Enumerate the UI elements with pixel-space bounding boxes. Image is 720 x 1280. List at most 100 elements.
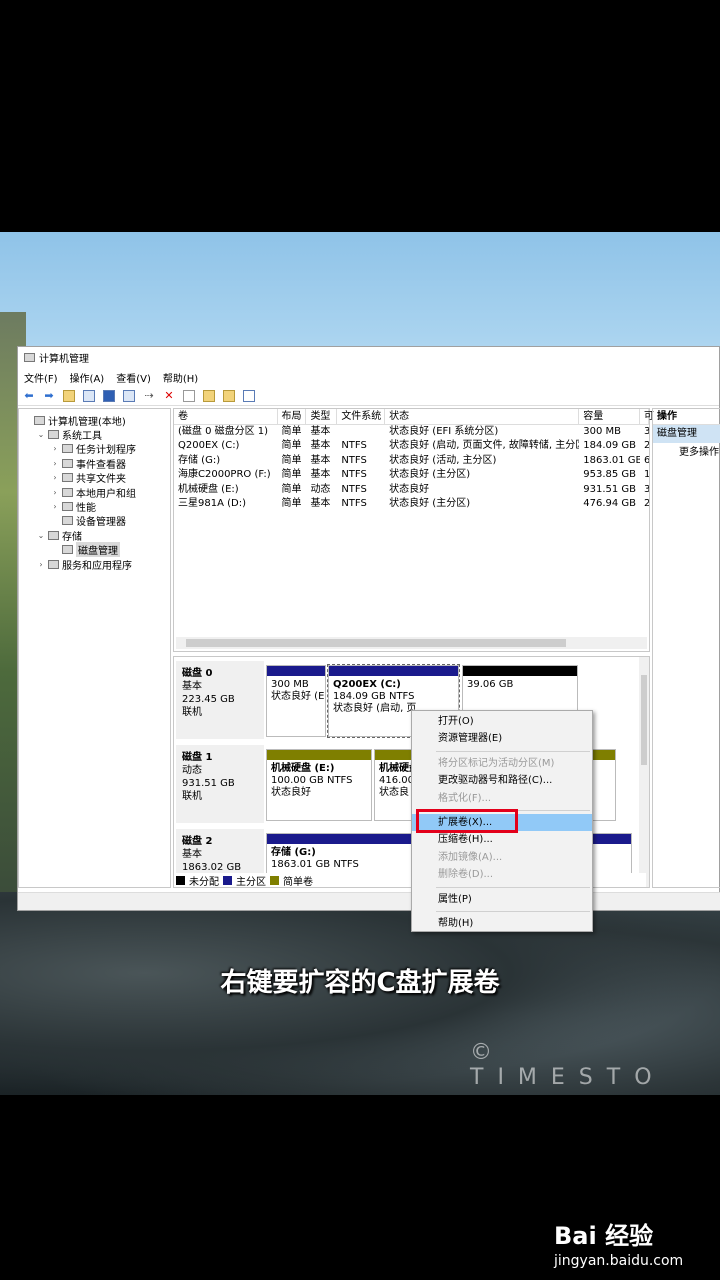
tree-item[interactable]: › 本地用户和组	[19, 485, 170, 500]
table-cell: 状态良好	[389, 483, 430, 495]
table-cell: NTFS	[341, 497, 367, 509]
menu-properties[interactable]: 属性(P)	[412, 891, 592, 908]
menu-explorer[interactable]: 资源管理器(E)	[412, 730, 592, 747]
tree-item[interactable]: › 性能	[19, 499, 170, 515]
menu-help-item[interactable]: 帮助(H)	[412, 915, 592, 932]
tree-item[interactable]: 计算机管理(本地)	[19, 413, 170, 428]
tree-item[interactable]: › 任务计划程序	[19, 442, 170, 456]
column-header[interactable]: 文件系统	[337, 409, 386, 424]
table-cell: NTFS	[341, 454, 367, 466]
table-cell: 2	[644, 440, 649, 452]
table-cell: 300 MB	[583, 426, 622, 437]
menu-change-drive-letter[interactable]: 更改驱动器号和路径(C)...	[412, 772, 592, 789]
show-hide-tree-icon[interactable]	[82, 389, 96, 403]
table-row[interactable]: (磁盘 0 磁盘分区 1) 简单 基本 状态良好 (EFI 系统分区) 300 MB 3	[174, 425, 649, 439]
tree-item[interactable]: 磁盘管理	[19, 542, 170, 558]
tree-item[interactable]: › 共享文件夹	[19, 471, 170, 485]
search-folder-icon[interactable]	[222, 389, 236, 403]
table-row[interactable]: 海康C2000PRO (F:) 简单 基本 NTFS 状态良好 (主分区) 953.85 …	[174, 468, 649, 482]
expand-arrow-icon[interactable]: ›	[51, 444, 59, 453]
table-cell: (磁盘 0 磁盘分区 1)	[178, 426, 269, 437]
table-row[interactable]: 机械硬盘 (E:) 简单 动态 NTFS 状态良好 931.51 GB 3	[174, 483, 649, 497]
expand-arrow-icon[interactable]: ⌄	[37, 430, 45, 439]
disk-label[interactable]: 磁盘 1 动态 931.51 GB 联机	[176, 745, 264, 823]
partition-block[interactable]: 机械硬盘 (E:) 100.00 GB NTFS 状态良好	[266, 749, 372, 821]
table-cell: 2	[644, 497, 649, 509]
tree-item[interactable]: ⌄ 系统工具	[19, 427, 170, 442]
up-folder-icon[interactable]	[62, 389, 76, 403]
table-cell: 状态良好 (活动, 主分区)	[389, 454, 497, 466]
column-header[interactable]: 类型	[306, 409, 338, 424]
back-icon[interactable]: ⬅	[22, 389, 36, 403]
menu-help[interactable]: 帮助(H)	[163, 370, 198, 385]
folder-icon[interactable]	[202, 389, 216, 403]
partition-block[interactable]: 300 MB 状态良好 (E	[266, 665, 326, 737]
expand-arrow-icon[interactable]: ›	[37, 560, 45, 569]
actions-header: 操作	[653, 409, 720, 425]
horizontal-scrollbar[interactable]	[176, 637, 647, 649]
view-icon[interactable]	[242, 389, 256, 403]
tree-item[interactable]: › 事件查看器	[19, 456, 170, 471]
column-header[interactable]: 布局	[278, 409, 307, 424]
tree-item[interactable]: 设备管理器	[19, 514, 170, 528]
expand-arrow-icon[interactable]: ›	[51, 459, 59, 468]
column-header[interactable]: 状态	[385, 409, 580, 424]
legend-swatch-simple	[270, 875, 279, 885]
menu-format: 格式化(F)...	[438, 792, 492, 804]
tree-item-label: 任务计划程序	[76, 445, 136, 457]
column-header[interactable]: 卷	[174, 409, 278, 424]
menu-open[interactable]: 打开(O)	[412, 713, 592, 730]
table-cell	[337, 425, 385, 439]
tree-item-label: 计算机管理(本地)	[48, 416, 126, 428]
disk-size: 931.51 GB	[182, 778, 235, 789]
column-header[interactable]: 可	[640, 409, 654, 424]
column-header[interactable]: 容量	[579, 409, 640, 424]
menu-view[interactable]: 查看(V)	[116, 370, 151, 385]
scrollbar-thumb[interactable]	[641, 675, 647, 765]
partition-info: 39.06 GB	[463, 676, 577, 694]
tree-item[interactable]: ⌄ 存储	[19, 528, 170, 543]
disk-name: 磁盘 0	[182, 668, 213, 679]
vertical-scrollbar[interactable]	[639, 657, 649, 887]
scrollbar-thumb[interactable]	[186, 639, 566, 647]
tree-item[interactable]: › 服务和应用程序	[19, 557, 170, 572]
menu-shrink-volume[interactable]: 压缩卷(H)...	[412, 831, 592, 848]
expand-arrow-icon[interactable]: ›	[51, 473, 59, 482]
menu-file[interactable]: 文件(F)	[24, 370, 58, 385]
help-icon[interactable]	[102, 389, 116, 403]
more-actions-link[interactable]: 更多操作	[653, 443, 720, 463]
navigation-tree: 计算机管理(本地) ⌄ 系统工具 › 任务计划程序 › 事件查看器 › 共享文件夹 › 本地用户和组…	[18, 408, 171, 888]
table-cell: 953.85 GB	[583, 469, 637, 481]
menu-action[interactable]: 操作(A)	[70, 370, 105, 385]
partition-color-bar	[463, 666, 577, 676]
table-row[interactable]: Q200EX (C:) 简单 基本 NTFS 状态良好 (启动, 页面文件, 故障转储,…	[174, 439, 649, 453]
expand-arrow-icon[interactable]: ›	[51, 502, 59, 511]
tree-item-label: 性能	[76, 503, 96, 515]
disk-label[interactable]: 磁盘 0 基本 223.45 GB 联机	[176, 661, 264, 739]
partition-color-bar	[267, 750, 371, 760]
delete-icon[interactable]: ✕	[162, 389, 176, 403]
legend-simple: 简单卷	[283, 876, 313, 888]
checklist-icon[interactable]	[182, 389, 196, 403]
expand-arrow-icon[interactable]: ›	[51, 488, 59, 497]
expand-arrow-icon[interactable]: ⌄	[37, 531, 45, 540]
window-body: 计算机管理(本地) ⌄ 系统工具 › 任务计划程序 › 事件查看器 › 共享文件夹 › 本地用户和组…	[18, 408, 720, 892]
baidu-jingyan-url: jingyan.baidu.com	[554, 1253, 684, 1269]
connect-icon[interactable]: ⇢	[142, 389, 156, 403]
tree-node-icon	[48, 530, 59, 540]
tree-node-icon	[62, 502, 73, 512]
table-row[interactable]: 三星981A (D:) 简单 基本 NTFS 状态良好 (主分区) 476.94 GB 2	[174, 497, 649, 511]
partition-title: 机械硬盘 (E:)	[271, 763, 335, 774]
table-cell: 存储 (G:)	[178, 454, 221, 466]
table-cell: 简单	[281, 483, 302, 495]
actions-disk-management[interactable]: 磁盘管理	[653, 425, 720, 443]
properties-pane-icon[interactable]	[122, 389, 136, 403]
legend-unallocated: 未分配	[189, 876, 219, 888]
table-cell: 931.51 GB	[583, 483, 637, 495]
partition-line1: 184.09 GB NTFS	[333, 691, 415, 702]
video-caption: 右键要扩容的C盘扩展卷	[220, 968, 500, 998]
table-row[interactable]: 存储 (G:) 简单 基本 NTFS 状态良好 (活动, 主分区) 1863.01 GB 6	[174, 454, 649, 468]
disk-state: 联机	[182, 707, 202, 718]
forward-icon[interactable]: ➡	[42, 389, 56, 403]
partition-line1: 39.06 GB	[467, 679, 514, 690]
